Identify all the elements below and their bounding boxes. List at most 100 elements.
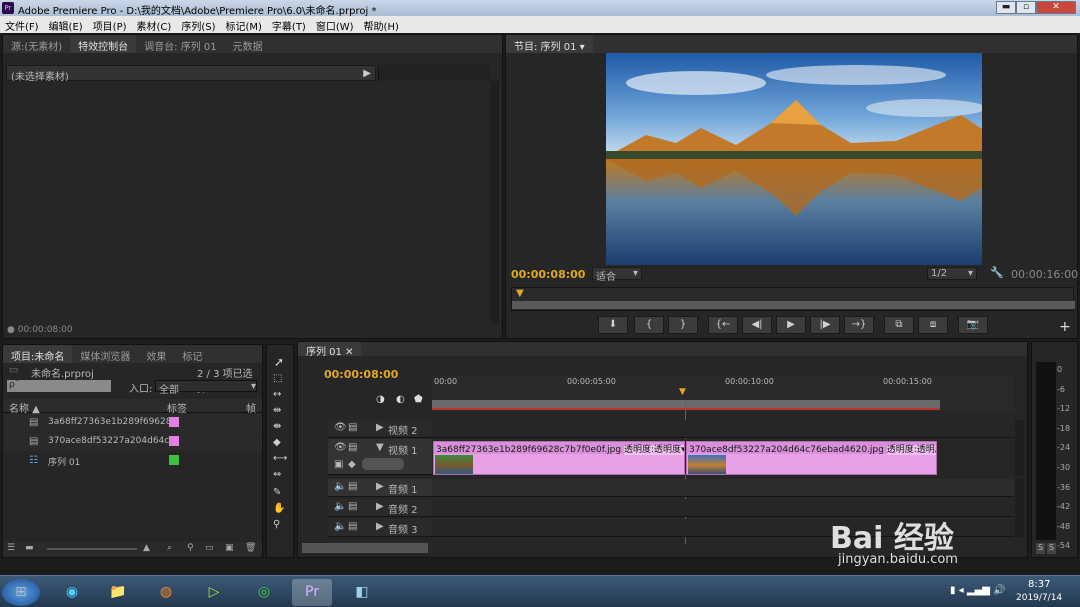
expand-arrow-icon[interactable]: ▼: [376, 442, 384, 453]
search-icon[interactable]: ⚲: [187, 543, 194, 553]
work-area-bar[interactable]: [432, 400, 940, 410]
fit-dropdown[interactable]: 适合 ▾: [592, 267, 642, 283]
green-app-icon[interactable]: ◎: [244, 579, 284, 606]
solo-left-button[interactable]: S: [1036, 543, 1045, 554]
column-name[interactable]: 名称 ▲: [9, 400, 40, 415]
mark-out-button[interactable]: }: [668, 316, 698, 334]
zoom-slider[interactable]: [47, 548, 137, 550]
tab-audio-mixer[interactable]: 调音台: 序列 01: [136, 35, 224, 53]
file-explorer-icon[interactable]: 📁: [98, 579, 138, 606]
keyframe-navigator[interactable]: [362, 458, 404, 470]
media-app-icon[interactable]: ◉: [52, 579, 92, 606]
program-zoom-bar[interactable]: [512, 301, 1075, 309]
tab-markers[interactable]: 标记: [174, 345, 210, 363]
video-app-icon[interactable]: ▷: [194, 579, 234, 606]
menu-marker[interactable]: 标记(M): [220, 16, 266, 33]
menu-help[interactable]: 帮助(H): [359, 16, 404, 33]
menu-project[interactable]: 项目(P): [88, 16, 132, 33]
speaker-icon[interactable]: 🔈: [334, 521, 346, 532]
tab-media-browser[interactable]: 媒体浏览器: [72, 345, 138, 363]
set-encore-marker-icon[interactable]: ◐: [396, 394, 405, 405]
track-lane-a1[interactable]: [432, 479, 1014, 497]
export-frame-button[interactable]: 📷: [958, 316, 988, 334]
project-item-row[interactable]: ☷ 序列 01: [3, 452, 262, 470]
razor-tool-icon[interactable]: ◆: [273, 437, 281, 448]
time-ruler[interactable]: 00:00 00:00:05:00 00:00:10:00 00:00:15:0…: [432, 375, 1014, 411]
rolling-edit-tool-icon[interactable]: ⇹: [273, 405, 281, 416]
tab-sequence[interactable]: 序列 01 ✕: [298, 342, 362, 358]
clip-fx[interactable]: 透明度:透明度▾: [886, 445, 936, 455]
audio-scrollbar[interactable]: [1015, 479, 1024, 537]
eye-icon[interactable]: 👁: [334, 422, 347, 433]
go-to-in-button[interactable]: {←: [708, 316, 738, 334]
menu-clip[interactable]: 素材(C): [132, 16, 177, 33]
collapse-arrow-icon[interactable]: ▶: [376, 481, 384, 492]
expand-arrow-icon[interactable]: ▶: [363, 68, 371, 79]
lift-button[interactable]: ⧉: [884, 316, 914, 334]
ripple-edit-tool-icon[interactable]: ↔: [273, 389, 281, 400]
new-bin-icon[interactable]: ▭: [205, 543, 214, 553]
tab-source[interactable]: 源:(无素材): [3, 35, 70, 53]
slide-tool-icon[interactable]: ⇔: [273, 469, 281, 480]
hand-tool-icon[interactable]: ✋: [273, 503, 285, 514]
firefox-icon[interactable]: ◍: [146, 579, 186, 606]
program-scrub-bar[interactable]: ▼: [511, 287, 1075, 311]
slip-tool-icon[interactable]: ⟷: [273, 453, 287, 464]
video-clip[interactable]: 370ace8df53227a204d64c76ebad4620.jpg 透明度…: [686, 441, 937, 475]
tab-metadata[interactable]: 元数据: [225, 35, 271, 53]
resolution-dropdown[interactable]: 1/2 ▾: [927, 267, 977, 280]
track-select-tool-icon[interactable]: ⬚: [273, 373, 282, 384]
project-item-row[interactable]: ▤ 370ace8df53227a204d64c7: [3, 433, 262, 451]
automate-icon[interactable]: ▲: [143, 543, 150, 553]
timeline-timecode[interactable]: 00:00:08:00: [324, 368, 398, 381]
collapse-arrow-icon[interactable]: ▶: [376, 422, 384, 433]
keyframe-icon[interactable]: ◆: [348, 459, 356, 470]
lock-icon[interactable]: ▤: [348, 501, 357, 512]
tab-effects[interactable]: 效果: [138, 345, 174, 363]
track-lane-v2[interactable]: [432, 420, 1014, 438]
step-forward-button[interactable]: |▶: [810, 316, 840, 334]
lock-icon[interactable]: ▤: [348, 422, 357, 433]
collapse-arrow-icon[interactable]: ▶: [376, 521, 384, 532]
lock-icon[interactable]: ▤: [348, 442, 357, 453]
tray-icons[interactable]: ▮ ◂ ▂▄▆ 🔊: [950, 585, 1006, 596]
minimize-button[interactable]: ▬: [996, 1, 1016, 14]
column-frame[interactable]: 帧: [246, 400, 256, 415]
program-current-timecode[interactable]: 00:00:08:00: [511, 268, 585, 281]
display-style-icon[interactable]: ▣: [334, 459, 343, 470]
mark-in-button[interactable]: {: [634, 316, 664, 334]
tab-effect-controls[interactable]: 特效控制台: [70, 35, 137, 53]
list-view-icon[interactable]: ☰: [7, 543, 15, 553]
tab-program[interactable]: 节目: 序列 01 ▾: [506, 35, 593, 53]
speaker-icon[interactable]: 🔈: [334, 501, 346, 512]
effects-scrollbar[interactable]: [491, 81, 499, 323]
column-label[interactable]: 标签: [167, 400, 187, 415]
program-playhead-icon[interactable]: ▼: [516, 288, 524, 299]
timeline-playhead-icon[interactable]: ▼: [679, 387, 686, 397]
close-button[interactable]: ✕: [1036, 1, 1076, 14]
go-to-out-button[interactable]: →}: [844, 316, 874, 334]
timeline-zoom-scrollbar[interactable]: [302, 543, 428, 553]
video-clip[interactable]: 3a68ff27363e1b289f69628c7b7f0e0f.jpg 透明度…: [433, 441, 685, 475]
selection-tool-icon[interactable]: ➚: [274, 355, 284, 369]
trash-icon[interactable]: 🗑: [245, 543, 256, 553]
add-marker-button[interactable]: ⬇: [598, 316, 628, 334]
start-button[interactable]: ⊞: [2, 579, 40, 606]
new-item-icon[interactable]: ▣: [225, 543, 234, 553]
menu-sequence[interactable]: 序列(S): [176, 16, 220, 33]
step-back-button[interactable]: ◀|: [742, 316, 772, 334]
clip-fx[interactable]: 透明度:透明度▾: [623, 445, 684, 455]
pen-tool-icon[interactable]: ✎: [273, 487, 281, 498]
collapse-arrow-icon[interactable]: ▶: [376, 501, 384, 512]
premiere-taskbar-icon[interactable]: Pr: [292, 579, 332, 606]
play-button[interactable]: ▶: [776, 316, 806, 334]
window-app-icon[interactable]: ◧: [342, 579, 382, 606]
wrench-icon[interactable]: 🔧: [990, 266, 1004, 279]
maximize-button[interactable]: ▫: [1016, 1, 1036, 14]
add-marker-icon[interactable]: ⬟: [414, 394, 423, 405]
project-search-input[interactable]: ρ˜: [7, 380, 111, 392]
icon-view-icon[interactable]: ▬: [25, 543, 34, 553]
lock-icon[interactable]: ▤: [348, 521, 357, 532]
in-dropdown[interactable]: 全部 ▾: [155, 380, 257, 396]
tab-project[interactable]: 项目:未命名: [3, 345, 73, 363]
